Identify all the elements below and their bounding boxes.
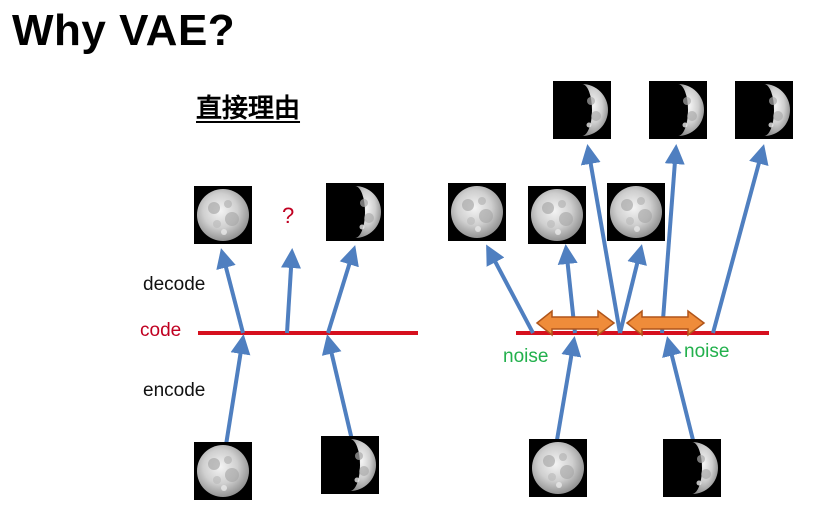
decode-arrow-r1	[486, 244, 535, 334]
decoded-half-moon	[326, 183, 384, 241]
encode-arrow-full-right	[555, 336, 582, 441]
decoded-full-moon	[194, 186, 252, 244]
decode-arrow-half	[326, 245, 359, 334]
encode-arrow-full	[224, 334, 251, 446]
vae-diagram	[194, 81, 793, 500]
code-label: code	[140, 320, 182, 341]
gen-full-moon-3	[607, 183, 665, 241]
input-full-moon-right	[529, 439, 587, 497]
input-full-moon	[194, 442, 252, 500]
decode-arrow-r6	[711, 144, 769, 334]
encode-arrow-half	[321, 334, 354, 441]
noise-label-right: noise	[684, 341, 730, 362]
input-half-moon	[321, 436, 379, 494]
gen-half-moon-1	[553, 81, 611, 139]
noise-label-left: noise	[503, 346, 549, 367]
decode-label: decode	[143, 274, 206, 295]
input-half-moon-right	[663, 439, 721, 497]
gen-full-moon-1	[448, 183, 506, 241]
decode-arrow-full	[216, 248, 245, 334]
encode-label: encode	[143, 380, 206, 401]
gen-half-moon-2	[649, 81, 707, 139]
gen-full-moon-2	[528, 186, 586, 244]
gen-half-moon-3	[735, 81, 793, 139]
decode-arrow-middle	[281, 248, 301, 334]
question-mark-label: ?	[282, 203, 295, 228]
